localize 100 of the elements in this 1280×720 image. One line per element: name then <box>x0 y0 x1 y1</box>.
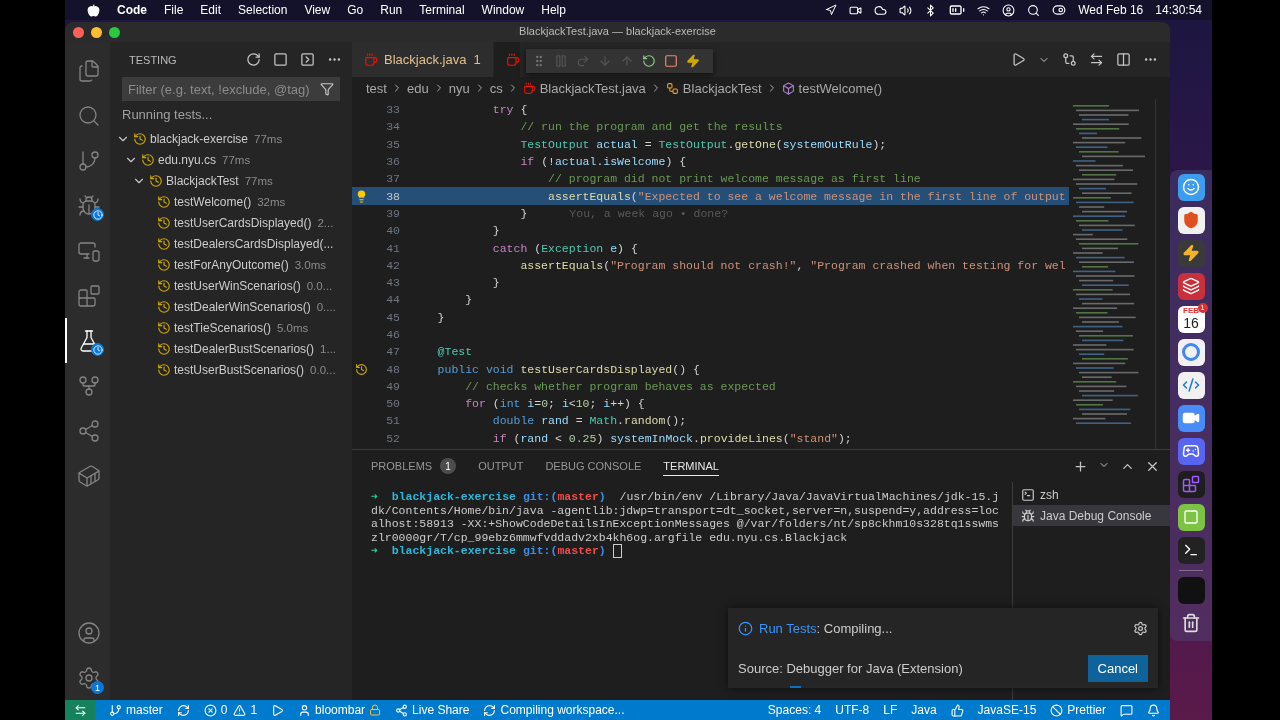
panel-tab[interactable]: TERMINAL <box>663 456 719 476</box>
shield-app-icon[interactable] <box>1177 206 1205 234</box>
user-icon[interactable] <box>1002 3 1016 17</box>
test-tree-item[interactable]: testDealersCardsDisplayed(... <box>110 233 352 254</box>
task-status[interactable]: Compiling workspace... <box>500 703 625 717</box>
branch-status[interactable]: master <box>126 703 163 717</box>
add-icon[interactable] <box>1073 458 1088 474</box>
menu-item[interactable]: Edit <box>200 3 222 17</box>
clock-icon[interactable] <box>354 362 368 376</box>
test-tree-item[interactable]: edu.nyu.cs 77ms <box>110 149 352 170</box>
zigzag-app-icon[interactable] <box>1177 239 1205 267</box>
bell-icon[interactable] <box>1147 703 1160 717</box>
menu-item[interactable]: Help <box>541 3 566 17</box>
panel-tab[interactable]: OUTPUT <box>478 456 524 476</box>
minimize-window-button[interactable] <box>91 26 102 38</box>
gamepad-app-icon[interactable] <box>1177 437 1205 465</box>
thumbs-up-icon[interactable] <box>950 703 964 717</box>
test-tree-item[interactable]: blackjack-exercise 77ms <box>110 128 352 149</box>
arrows-icon[interactable] <box>1089 52 1104 67</box>
formatter-status[interactable]: Prettier <box>1067 703 1106 717</box>
terminal-app-icon[interactable] <box>1177 536 1205 564</box>
panel-tab[interactable]: DEBUG CONSOLE <box>545 456 642 476</box>
stop-icon[interactable] <box>273 52 288 67</box>
test-tree-item[interactable]: testWelcome() 32ms <box>110 191 352 212</box>
cancel-button[interactable]: Cancel <box>1087 654 1148 682</box>
language-status[interactable]: Java <box>911 703 937 717</box>
close-window-button[interactable] <box>73 26 84 38</box>
breadcrumb-item[interactable]: BlackjackTest.java <box>539 80 646 96</box>
runtime-status[interactable]: JavaSE-15 <box>977 703 1037 717</box>
menu-item[interactable]: Run <box>380 3 403 17</box>
error-count[interactable]: 0 <box>220 703 228 717</box>
test-tree-item[interactable]: testUserCardsDisplayed() 2... <box>110 212 352 233</box>
menu-item[interactable]: File <box>164 3 184 17</box>
window-thumbnail[interactable] <box>1177 576 1205 604</box>
live-share-status[interactable]: Live Share <box>412 703 470 717</box>
menu-item[interactable]: Window <box>481 3 525 17</box>
restart-icon[interactable] <box>642 54 656 68</box>
menu-item[interactable]: Terminal <box>419 3 465 17</box>
account-icon[interactable] <box>76 620 101 645</box>
remote-button[interactable] <box>65 700 95 720</box>
menu-item[interactable]: Go <box>347 3 364 17</box>
warning-count[interactable]: 1 <box>250 703 258 717</box>
test-tree-item[interactable]: testDealerBustScenarios() 1... <box>110 338 352 359</box>
circle-app-icon[interactable] <box>1177 338 1205 366</box>
test-tree-item[interactable]: testTieScenarios() 5.0ms <box>110 317 352 338</box>
menu-date[interactable]: Wed Feb 16 <box>1078 3 1144 17</box>
run-tests-link[interactable]: Run Tests <box>759 620 817 636</box>
smiling-face-app-icon[interactable] <box>1177 173 1205 201</box>
lightning-icon[interactable] <box>686 54 700 68</box>
location-arrow-icon[interactable] <box>825 4 838 16</box>
line-ending-status[interactable]: LF <box>883 703 898 717</box>
user-status[interactable]: bloombar <box>315 703 366 717</box>
encoding-status[interactable]: UTF-8 <box>835 703 870 717</box>
filter-field[interactable]: Filter (e.g. text, !exclude, @tag) <box>122 77 340 101</box>
breadcrumb-item[interactable]: test <box>366 80 387 96</box>
feedback-icon[interactable] <box>1120 703 1133 717</box>
apple-logo-icon[interactable] <box>87 3 100 17</box>
test-tree-item[interactable]: BlackjackTest 77ms <box>110 170 352 191</box>
battery-icon[interactable] <box>949 2 966 18</box>
breadcrumb-item[interactable]: testWelcome() <box>798 80 883 96</box>
terminal-session[interactable]: Java Debug Console <box>1013 505 1170 526</box>
gear-icon[interactable] <box>76 665 101 690</box>
code-app-icon[interactable] <box>1177 371 1205 399</box>
control-center-icon[interactable] <box>1052 3 1067 17</box>
terminal-icon[interactable] <box>300 52 315 67</box>
panel-tab[interactable]: PROBLEMS 1 <box>371 454 457 478</box>
breadcrumb-item[interactable]: BlackjackTest <box>682 80 762 96</box>
menu-item[interactable]: Selection <box>238 3 288 17</box>
editor-tab[interactable] <box>493 42 521 77</box>
editor-tab[interactable]: Blackjack.java 1 <box>352 42 494 77</box>
test-tree-item[interactable]: testForAnyOutcome() 3.0ms <box>110 254 352 275</box>
volume-icon[interactable] <box>899 3 913 17</box>
search-icon[interactable] <box>1027 3 1041 17</box>
stop-icon[interactable] <box>664 54 678 68</box>
terminal-session[interactable]: zsh <box>1013 484 1170 505</box>
debug-run-icon[interactable] <box>271 703 285 717</box>
breadcrumb-item[interactable]: nyu <box>448 80 470 96</box>
blocks-app-icon[interactable] <box>1177 470 1205 498</box>
split-editor-icon[interactable] <box>1116 52 1131 67</box>
cloud-icon[interactable] <box>874 3 888 17</box>
square-app-icon[interactable] <box>1177 503 1205 531</box>
sync-icon[interactable] <box>176 703 190 717</box>
run-icon[interactable] <box>1011 52 1026 67</box>
menu-item[interactable]: View <box>304 3 331 17</box>
menu-item[interactable]: Code <box>117 3 147 17</box>
compare-icon[interactable] <box>1062 52 1077 67</box>
menu-time[interactable]: 14:30:54 <box>1155 3 1202 17</box>
video-camera-app-icon[interactable] <box>1177 404 1205 432</box>
test-tree-item[interactable]: testUserWinScenarios() 0.0... <box>110 275 352 296</box>
refresh-icon[interactable] <box>246 52 261 67</box>
test-tree-item[interactable]: testUserBustScenarios() 0.0... <box>110 359 352 380</box>
breadcrumb-item[interactable]: edu <box>406 80 429 96</box>
indentation-status[interactable]: Spaces: 4 <box>767 703 822 717</box>
settings-icon[interactable] <box>1133 620 1148 636</box>
wifi-icon[interactable] <box>977 3 991 17</box>
layers-app-icon[interactable] <box>1177 272 1205 300</box>
filter-icon[interactable] <box>320 82 334 96</box>
breadcrumb-item[interactable]: cs <box>489 80 503 96</box>
test-tree-item[interactable]: testDealerWinScenarios() 0.... <box>110 296 352 317</box>
zoom-window-button[interactable] <box>109 26 120 38</box>
